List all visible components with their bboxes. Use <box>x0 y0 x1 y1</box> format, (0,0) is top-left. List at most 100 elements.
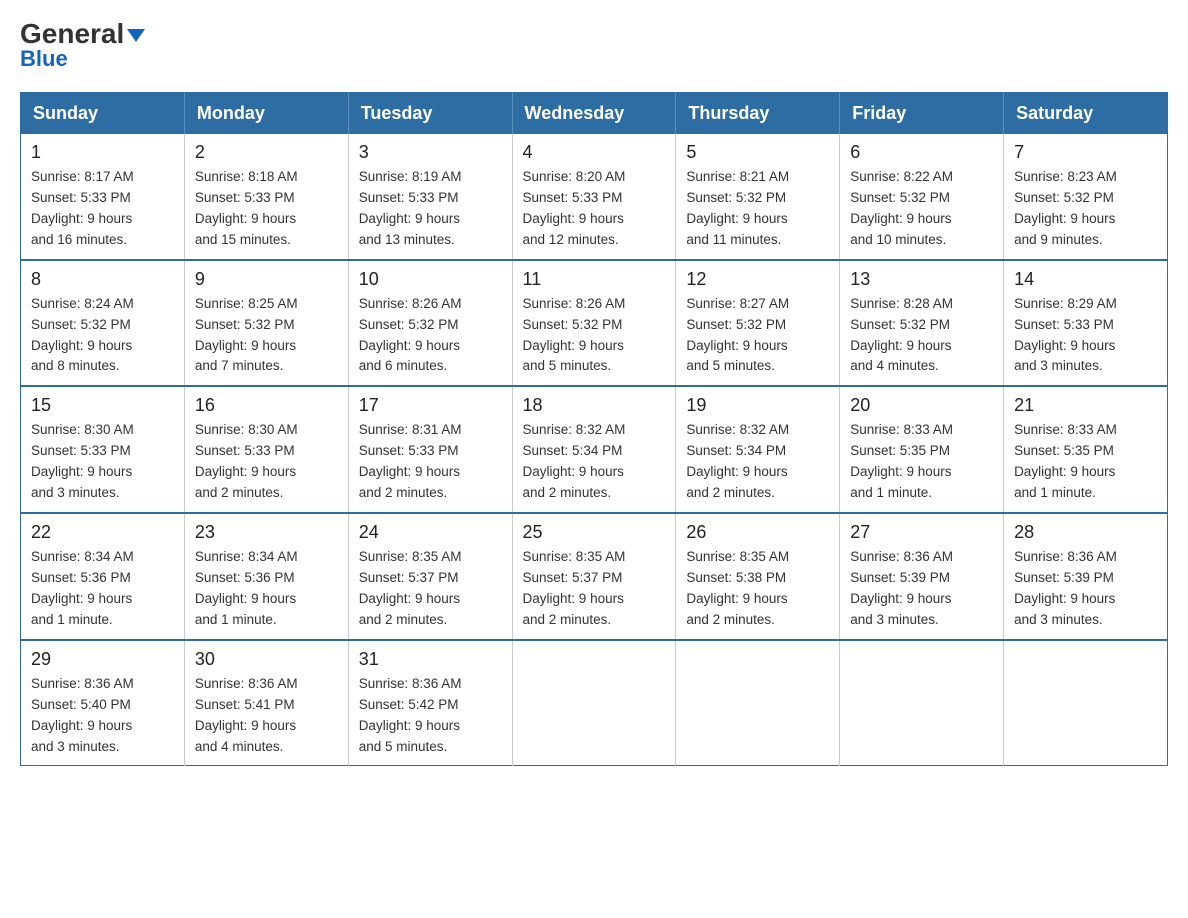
day-cell: 17 Sunrise: 8:31 AM Sunset: 5:33 PM Dayl… <box>348 386 512 513</box>
day-number: 15 <box>31 395 174 416</box>
header-monday: Monday <box>184 93 348 135</box>
day-info: Sunrise: 8:30 AM Sunset: 5:33 PM Dayligh… <box>195 420 338 504</box>
day-cell <box>676 640 840 766</box>
day-cell <box>1004 640 1168 766</box>
day-number: 24 <box>359 522 502 543</box>
day-cell: 27 Sunrise: 8:36 AM Sunset: 5:39 PM Dayl… <box>840 513 1004 640</box>
day-number: 1 <box>31 142 174 163</box>
day-info: Sunrise: 8:36 AM Sunset: 5:39 PM Dayligh… <box>850 547 993 631</box>
day-number: 8 <box>31 269 174 290</box>
day-cell: 25 Sunrise: 8:35 AM Sunset: 5:37 PM Dayl… <box>512 513 676 640</box>
day-number: 28 <box>1014 522 1157 543</box>
day-cell: 19 Sunrise: 8:32 AM Sunset: 5:34 PM Dayl… <box>676 386 840 513</box>
header-friday: Friday <box>840 93 1004 135</box>
day-cell: 7 Sunrise: 8:23 AM Sunset: 5:32 PM Dayli… <box>1004 134 1168 260</box>
day-cell <box>512 640 676 766</box>
day-cell: 13 Sunrise: 8:28 AM Sunset: 5:32 PM Dayl… <box>840 260 1004 387</box>
day-cell: 21 Sunrise: 8:33 AM Sunset: 5:35 PM Dayl… <box>1004 386 1168 513</box>
day-cell: 18 Sunrise: 8:32 AM Sunset: 5:34 PM Dayl… <box>512 386 676 513</box>
day-number: 6 <box>850 142 993 163</box>
header-sunday: Sunday <box>21 93 185 135</box>
day-cell: 28 Sunrise: 8:36 AM Sunset: 5:39 PM Dayl… <box>1004 513 1168 640</box>
day-info: Sunrise: 8:33 AM Sunset: 5:35 PM Dayligh… <box>850 420 993 504</box>
day-cell: 30 Sunrise: 8:36 AM Sunset: 5:41 PM Dayl… <box>184 640 348 766</box>
day-info: Sunrise: 8:26 AM Sunset: 5:32 PM Dayligh… <box>359 294 502 378</box>
day-cell: 14 Sunrise: 8:29 AM Sunset: 5:33 PM Dayl… <box>1004 260 1168 387</box>
day-cell: 2 Sunrise: 8:18 AM Sunset: 5:33 PM Dayli… <box>184 134 348 260</box>
calendar-header-row: SundayMondayTuesdayWednesdayThursdayFrid… <box>21 93 1168 135</box>
header-wednesday: Wednesday <box>512 93 676 135</box>
day-number: 18 <box>523 395 666 416</box>
day-number: 4 <box>523 142 666 163</box>
header-thursday: Thursday <box>676 93 840 135</box>
day-info: Sunrise: 8:35 AM Sunset: 5:37 PM Dayligh… <box>359 547 502 631</box>
day-number: 25 <box>523 522 666 543</box>
header-saturday: Saturday <box>1004 93 1168 135</box>
day-number: 17 <box>359 395 502 416</box>
day-info: Sunrise: 8:20 AM Sunset: 5:33 PM Dayligh… <box>523 167 666 251</box>
day-info: Sunrise: 8:27 AM Sunset: 5:32 PM Dayligh… <box>686 294 829 378</box>
day-number: 10 <box>359 269 502 290</box>
day-number: 23 <box>195 522 338 543</box>
calendar-table: SundayMondayTuesdayWednesdayThursdayFrid… <box>20 92 1168 766</box>
day-number: 26 <box>686 522 829 543</box>
day-cell: 20 Sunrise: 8:33 AM Sunset: 5:35 PM Dayl… <box>840 386 1004 513</box>
day-number: 5 <box>686 142 829 163</box>
day-info: Sunrise: 8:18 AM Sunset: 5:33 PM Dayligh… <box>195 167 338 251</box>
day-cell: 24 Sunrise: 8:35 AM Sunset: 5:37 PM Dayl… <box>348 513 512 640</box>
day-info: Sunrise: 8:36 AM Sunset: 5:42 PM Dayligh… <box>359 674 502 758</box>
day-cell: 9 Sunrise: 8:25 AM Sunset: 5:32 PM Dayli… <box>184 260 348 387</box>
day-cell: 5 Sunrise: 8:21 AM Sunset: 5:32 PM Dayli… <box>676 134 840 260</box>
day-info: Sunrise: 8:23 AM Sunset: 5:32 PM Dayligh… <box>1014 167 1157 251</box>
day-info: Sunrise: 8:17 AM Sunset: 5:33 PM Dayligh… <box>31 167 174 251</box>
day-number: 3 <box>359 142 502 163</box>
day-cell: 10 Sunrise: 8:26 AM Sunset: 5:32 PM Dayl… <box>348 260 512 387</box>
day-info: Sunrise: 8:28 AM Sunset: 5:32 PM Dayligh… <box>850 294 993 378</box>
day-cell: 6 Sunrise: 8:22 AM Sunset: 5:32 PM Dayli… <box>840 134 1004 260</box>
day-info: Sunrise: 8:22 AM Sunset: 5:32 PM Dayligh… <box>850 167 993 251</box>
day-info: Sunrise: 8:25 AM Sunset: 5:32 PM Dayligh… <box>195 294 338 378</box>
day-cell: 8 Sunrise: 8:24 AM Sunset: 5:32 PM Dayli… <box>21 260 185 387</box>
day-cell <box>840 640 1004 766</box>
week-row-5: 29 Sunrise: 8:36 AM Sunset: 5:40 PM Dayl… <box>21 640 1168 766</box>
day-cell: 3 Sunrise: 8:19 AM Sunset: 5:33 PM Dayli… <box>348 134 512 260</box>
day-info: Sunrise: 8:34 AM Sunset: 5:36 PM Dayligh… <box>31 547 174 631</box>
day-info: Sunrise: 8:19 AM Sunset: 5:33 PM Dayligh… <box>359 167 502 251</box>
day-info: Sunrise: 8:21 AM Sunset: 5:32 PM Dayligh… <box>686 167 829 251</box>
day-info: Sunrise: 8:33 AM Sunset: 5:35 PM Dayligh… <box>1014 420 1157 504</box>
day-info: Sunrise: 8:26 AM Sunset: 5:32 PM Dayligh… <box>523 294 666 378</box>
day-info: Sunrise: 8:32 AM Sunset: 5:34 PM Dayligh… <box>686 420 829 504</box>
day-cell: 29 Sunrise: 8:36 AM Sunset: 5:40 PM Dayl… <box>21 640 185 766</box>
day-number: 13 <box>850 269 993 290</box>
day-number: 9 <box>195 269 338 290</box>
logo: General Blue <box>20 20 145 72</box>
day-cell: 15 Sunrise: 8:30 AM Sunset: 5:33 PM Dayl… <box>21 386 185 513</box>
day-cell: 11 Sunrise: 8:26 AM Sunset: 5:32 PM Dayl… <box>512 260 676 387</box>
day-number: 20 <box>850 395 993 416</box>
week-row-4: 22 Sunrise: 8:34 AM Sunset: 5:36 PM Dayl… <box>21 513 1168 640</box>
day-number: 12 <box>686 269 829 290</box>
logo-blue: Blue <box>20 46 68 72</box>
day-number: 14 <box>1014 269 1157 290</box>
day-cell: 12 Sunrise: 8:27 AM Sunset: 5:32 PM Dayl… <box>676 260 840 387</box>
day-number: 16 <box>195 395 338 416</box>
day-number: 21 <box>1014 395 1157 416</box>
week-row-1: 1 Sunrise: 8:17 AM Sunset: 5:33 PM Dayli… <box>21 134 1168 260</box>
day-number: 27 <box>850 522 993 543</box>
day-cell: 16 Sunrise: 8:30 AM Sunset: 5:33 PM Dayl… <box>184 386 348 513</box>
week-row-3: 15 Sunrise: 8:30 AM Sunset: 5:33 PM Dayl… <box>21 386 1168 513</box>
day-number: 11 <box>523 269 666 290</box>
day-info: Sunrise: 8:35 AM Sunset: 5:37 PM Dayligh… <box>523 547 666 631</box>
day-cell: 1 Sunrise: 8:17 AM Sunset: 5:33 PM Dayli… <box>21 134 185 260</box>
day-cell: 22 Sunrise: 8:34 AM Sunset: 5:36 PM Dayl… <box>21 513 185 640</box>
day-info: Sunrise: 8:30 AM Sunset: 5:33 PM Dayligh… <box>31 420 174 504</box>
day-info: Sunrise: 8:29 AM Sunset: 5:33 PM Dayligh… <box>1014 294 1157 378</box>
day-cell: 4 Sunrise: 8:20 AM Sunset: 5:33 PM Dayli… <box>512 134 676 260</box>
day-number: 2 <box>195 142 338 163</box>
logo-general: General <box>20 20 145 48</box>
day-info: Sunrise: 8:34 AM Sunset: 5:36 PM Dayligh… <box>195 547 338 631</box>
day-info: Sunrise: 8:32 AM Sunset: 5:34 PM Dayligh… <box>523 420 666 504</box>
day-info: Sunrise: 8:35 AM Sunset: 5:38 PM Dayligh… <box>686 547 829 631</box>
day-number: 31 <box>359 649 502 670</box>
page-header: General Blue <box>20 20 1168 72</box>
